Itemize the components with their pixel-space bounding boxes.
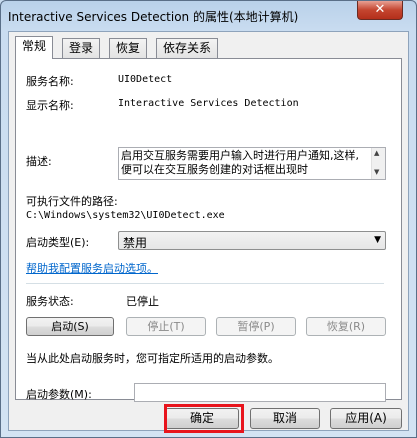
window-title: Interactive Services Detection 的属性(本地计算机… [8,10,299,24]
close-icon: ✕ [374,2,386,17]
general-panel: 服务名称: UI0Detect 显示名称: Interactive Servic… [15,58,402,402]
ok-button-highlight [164,404,244,433]
tab-recovery[interactable]: 恢复 [109,38,148,58]
scroll-up-icon[interactable]: ▲ [374,149,379,157]
exe-path-value: C:\Windows\system32\UI0Detect.exe [26,210,225,221]
cancel-button[interactable]: 取消 [250,408,320,429]
divider [26,283,384,284]
description-label: 描述: [26,155,52,168]
start-params-input[interactable] [134,383,386,402]
title-bar[interactable]: Interactive Services Detection 的属性(本地计算机… [1,1,416,31]
startup-type-value: 禁用 [123,236,148,250]
resume-button[interactable]: 恢复(R) [306,317,386,336]
exe-path-label: 可执行文件的路径: [26,195,118,208]
dialog-client-area: 常规 登录 恢复 依存关系 服务名称: UI0Detect 显示名称: Inte… [8,31,409,433]
start-button[interactable]: 启动(S) [26,317,114,336]
service-name-label: 服务名称: [26,75,74,88]
start-params-label: 启动参数(M): [26,388,92,401]
startup-type-select[interactable]: 禁用 ▼ [118,231,386,250]
close-button[interactable]: ✕ [357,1,403,20]
display-name-label: 显示名称: [26,99,74,112]
pause-button[interactable]: 暂停(P) [216,317,296,336]
scroll-down-icon[interactable]: ▼ [374,168,379,176]
description-box[interactable]: 启用交互服务需要用户输入时进行用户通知,这样,便可以在交互服务创建的对话框出现时… [118,147,386,180]
service-name-value: UI0Detect [118,74,173,85]
service-status-label: 服务状态: [26,295,74,308]
description-scrollbar[interactable]: ▲ ▼ [371,148,385,179]
service-status-value: 已停止 [126,295,159,308]
display-name-value: Interactive Services Detection [118,98,299,109]
description-text: 启用交互服务需要用户输入时进行用户通知,这样,便可以在交互服务创建的对话框出现时 [121,149,359,176]
chevron-down-icon: ▼ [374,235,381,245]
tab-dependencies[interactable]: 依存关系 [156,38,219,58]
apply-button[interactable]: 应用(A) [330,408,402,429]
startup-type-label: 启动类型(E): [26,236,90,249]
help-link[interactable]: 帮助我配置服务启动选项。 [26,260,158,276]
tab-general[interactable]: 常规 [15,36,54,59]
tab-logon[interactable]: 登录 [62,38,101,58]
stop-button[interactable]: 停止(T) [126,317,206,336]
start-params-hint: 当从此处启动服务时，您可指定所适用的启动参数。 [26,352,279,365]
properties-window: Interactive Services Detection 的属性(本地计算机… [0,0,417,438]
